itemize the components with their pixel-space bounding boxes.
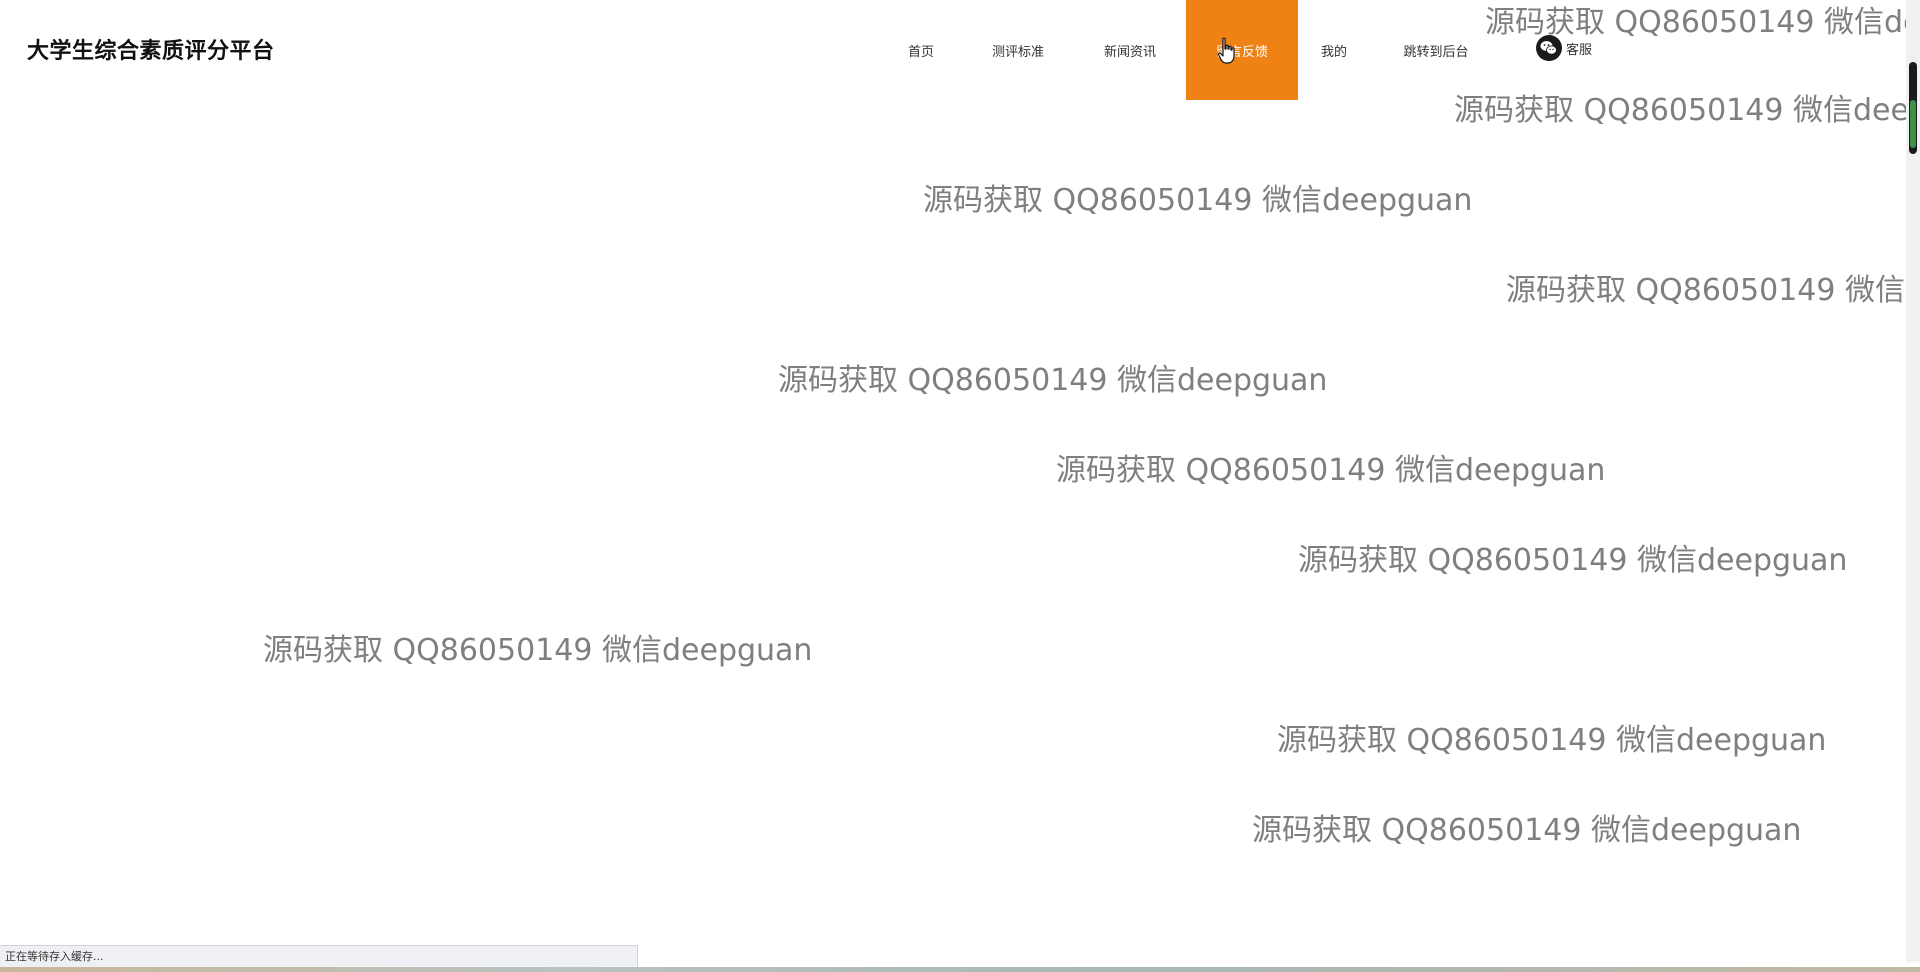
nav-item-mine[interactable]: 我的 bbox=[1298, 0, 1370, 100]
scrollbar-thumb-highlight bbox=[1910, 100, 1916, 148]
watermark-text: 源码获取 QQ86050149 微信deepguan bbox=[1485, 5, 1920, 40]
page: 大学生综合素质评分平台 首页 测评标准 新闻资讯 留言反馈 我的 跳转到后台 客… bbox=[0, 0, 1920, 972]
watermark-text: 源码获取 QQ86050149 微信deepguan bbox=[1252, 813, 1802, 848]
site-title[interactable]: 大学生综合素质评分平台 bbox=[27, 33, 275, 65]
watermark-text: 源码获取 QQ86050149 微信deepguan bbox=[1298, 543, 1848, 578]
service-label: 客服 bbox=[1566, 42, 1593, 58]
nav-item-news[interactable]: 新闻资讯 bbox=[1074, 0, 1186, 100]
hand-pointer-icon bbox=[1217, 37, 1235, 64]
watermark-text: 源码获取 QQ86050149 微信deepguan bbox=[923, 183, 1473, 218]
watermark-text: 源码获取 QQ86050149 微信deepguan bbox=[1277, 723, 1827, 758]
watermark-text: 源码获取 QQ86050149 微信deepguan bbox=[1454, 93, 1920, 128]
nav-item-admin[interactable]: 跳转到后台 bbox=[1370, 0, 1502, 100]
vertical-scrollbar[interactable] bbox=[1906, 0, 1920, 962]
watermark-text: 源码获取 QQ86050149 微信deepguan bbox=[1506, 273, 1920, 308]
watermark-text: 源码获取 QQ86050149 微信deepguan bbox=[263, 633, 813, 668]
taskbar-edge bbox=[0, 967, 1920, 972]
nav-item-home[interactable]: 首页 bbox=[880, 0, 962, 100]
nav-item-evaluation-standards[interactable]: 测评标准 bbox=[962, 0, 1074, 100]
nav-item-feedback[interactable]: 留言反馈 bbox=[1186, 0, 1298, 100]
watermark-text: 源码获取 QQ86050149 微信deepguan bbox=[1056, 453, 1606, 488]
watermark-text: 源码获取 QQ86050149 微信deepguan bbox=[778, 363, 1328, 398]
browser-status-bar: 正在等待存入缓存... bbox=[0, 945, 638, 967]
main-nav: 首页 测评标准 新闻资讯 留言反馈 我的 跳转到后台 bbox=[880, 0, 1502, 100]
